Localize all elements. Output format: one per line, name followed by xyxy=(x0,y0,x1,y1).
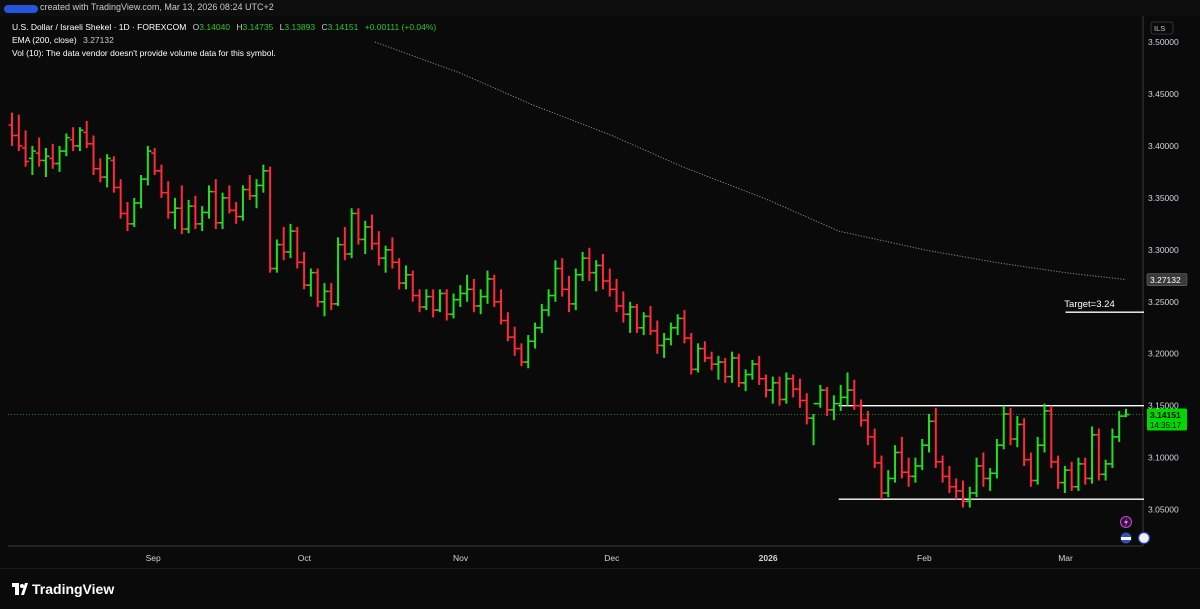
currency-label: ILS xyxy=(1154,24,1165,33)
legend-change: +0.00111 (+0.04%) xyxy=(364,22,437,32)
y-tick-label: 3.10000 xyxy=(1148,453,1179,463)
legend-vol-text[interactable]: Vol (10): The data vendor doesn't provid… xyxy=(12,48,276,58)
legend-ema-value: 3.27132 xyxy=(83,35,114,45)
legend-close-value: 3.14151 xyxy=(327,22,359,32)
tradingview-logo-icon xyxy=(12,583,28,595)
legend-vol-row: Vol (10): The data vendor doesn't provid… xyxy=(12,47,436,60)
legend-ema-row: EMA (200, close) 3.27132 xyxy=(12,34,436,47)
y-tick-label: 3.25000 xyxy=(1148,297,1179,307)
y-tick-label: 3.05000 xyxy=(1148,505,1179,515)
legend-symbol-row: U.S. Dollar / Israeli Shekel · 1D · FORE… xyxy=(12,21,436,34)
ema-price-tag-text: 3.27132 xyxy=(1150,275,1181,285)
user-avatar-icon xyxy=(4,5,38,13)
y-tick-label: 3.45000 xyxy=(1148,89,1179,99)
x-tick-label: Feb xyxy=(917,553,932,563)
tradingview-logo[interactable]: TradingView xyxy=(12,581,114,597)
x-tick-label: Sep xyxy=(146,553,161,563)
legend-low-value: 3.13893 xyxy=(284,22,316,32)
x-tick-label: Nov xyxy=(453,553,469,563)
y-tick-label: 3.20000 xyxy=(1148,349,1179,359)
y-tick-label: 3.30000 xyxy=(1148,245,1179,255)
top-bar: created with TradingView.com, Mar 13, 20… xyxy=(0,0,1200,16)
chart-legend: U.S. Dollar / Israeli Shekel · 1D · FORE… xyxy=(12,21,436,60)
legend-open-value: 3.14040 xyxy=(199,22,231,32)
price-chart[interactable]: ILS 3.50000 3.45000 3.40000 3.35000 3.30000 3.… xyxy=(0,16,1200,568)
chart-background xyxy=(0,16,1200,568)
y-tick-label: 3.35000 xyxy=(1148,193,1179,203)
y-tick-label: 3.40000 xyxy=(1148,141,1179,151)
x-tick-label: Oct xyxy=(298,553,312,563)
current-price-tag-text: 3.14151 xyxy=(1150,410,1181,420)
x-tick-label: Dec xyxy=(604,553,620,563)
y-tick-label: 3.50000 xyxy=(1148,37,1179,47)
us-flag-stripe xyxy=(1121,537,1131,540)
x-tick-label: 2026 xyxy=(759,553,778,563)
footer-bar: TradingView xyxy=(0,568,1200,609)
created-with-text: created with TradingView.com, Mar 13, 20… xyxy=(40,2,274,12)
x-tick-label: Mar xyxy=(1058,553,1073,563)
bar-countdown-text: 14:35:17 xyxy=(1150,421,1182,430)
target-label: Target=3.24 xyxy=(1064,299,1114,310)
tradingview-brand: TradingView xyxy=(32,581,115,597)
legend-high-value: 3.14735 xyxy=(242,22,274,32)
israel-flag-icon[interactable] xyxy=(1137,531,1151,545)
legend-symbol[interactable]: U.S. Dollar / Israeli Shekel · 1D · FORE… xyxy=(12,22,186,32)
legend-ema-label[interactable]: EMA (200, close) xyxy=(12,35,77,45)
